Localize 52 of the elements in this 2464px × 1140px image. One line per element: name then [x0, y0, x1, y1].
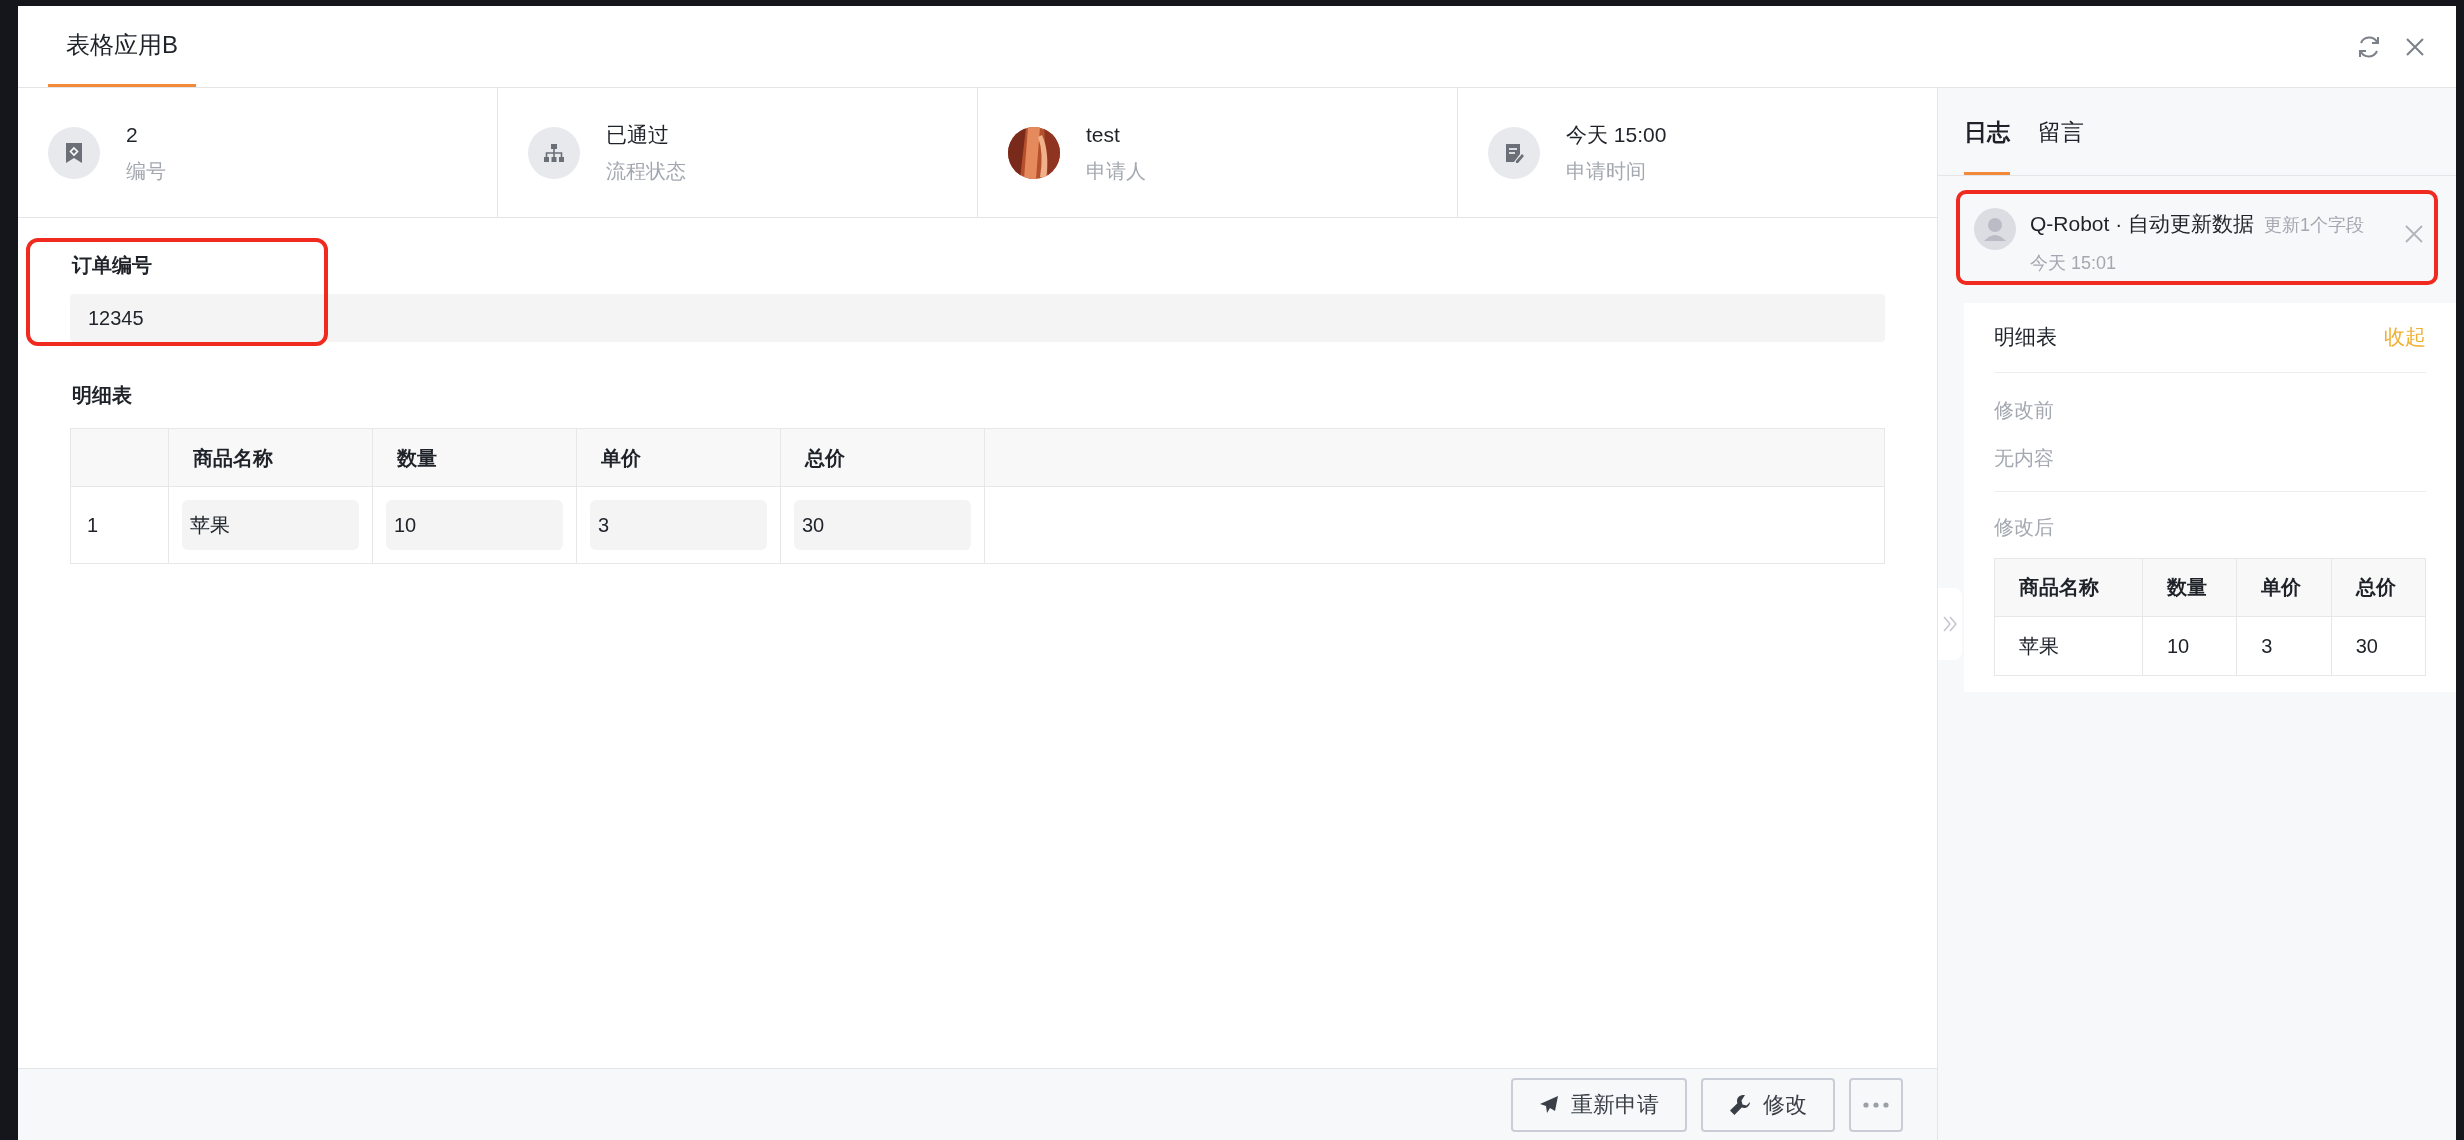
row-number: 1 — [87, 513, 99, 538]
column-header: 总价 — [2355, 575, 2396, 600]
card-title: 明细表 — [1994, 324, 2057, 351]
before-value: 无内容 — [1994, 442, 2426, 492]
close-icon[interactable] — [2404, 224, 2424, 244]
info-value: test — [1086, 121, 1121, 148]
column-header: 数量 — [2167, 575, 2207, 600]
more-icon — [1863, 1101, 1889, 1108]
hierarchy-icon — [528, 126, 580, 179]
expand-handle[interactable] — [1938, 588, 1962, 660]
column-header: 单价 — [2261, 575, 2302, 600]
info-label: 编号 — [126, 159, 166, 185]
cell-field[interactable]: 3 — [590, 500, 767, 550]
column-header: 商品名称 — [2019, 575, 2099, 600]
cell-field[interactable]: 10 — [386, 500, 563, 550]
info-label: 申请人 — [1086, 159, 1146, 185]
column-header: 单价 — [601, 445, 641, 471]
before-label: 修改前 — [1994, 397, 2055, 423]
order-field[interactable]: 12345 — [70, 294, 1885, 342]
section-title: 明细表 — [71, 383, 133, 408]
column-header: 总价 — [805, 445, 845, 471]
cell-field[interactable]: 苹果 — [182, 500, 359, 550]
avatar-icon — [1974, 208, 2016, 250]
more-button[interactable] — [1849, 1077, 1903, 1132]
wrench-icon — [1729, 1093, 1751, 1116]
info-value: 今天 15:00 — [1566, 121, 1667, 148]
panel-tab[interactable]: 留言 — [2038, 88, 2084, 175]
info-value: 2 — [126, 121, 139, 148]
log-summary: 更新1个字段 — [2264, 214, 2365, 237]
table-cell-text: 苹果 — [2019, 633, 2059, 659]
double-chevron-icon — [1943, 616, 1957, 632]
action-button[interactable]: 修改 — [1701, 1077, 1835, 1132]
window-title: 表格应用B — [48, 6, 196, 87]
table-cell-text: 30 — [2355, 633, 2378, 659]
table-cell-text: 3 — [2261, 633, 2273, 659]
bookmark-icon — [48, 126, 100, 179]
send-icon — [1539, 1094, 1559, 1115]
info-label: 申请时间 — [1566, 159, 1647, 185]
action-button[interactable]: 重新申请 — [1511, 1077, 1687, 1132]
panel-tab[interactable]: 日志 — [1964, 88, 2010, 175]
cell-field[interactable]: 30 — [794, 500, 971, 550]
after-label: 修改后 — [1994, 514, 2055, 540]
info-value: 已通过 — [606, 121, 670, 148]
log-time: 今天 15:01 — [2030, 251, 2118, 275]
column-header: 数量 — [397, 445, 437, 471]
table-cell-text: 10 — [2167, 633, 2190, 659]
info-label: 流程状态 — [606, 159, 686, 185]
column-header: 商品名称 — [193, 445, 273, 471]
note-icon — [1488, 126, 1540, 179]
field-label: 订单编号 — [70, 253, 153, 278]
log-title: Q-Robot · 自动更新数据 — [2030, 211, 2255, 237]
close-icon[interactable] — [2404, 35, 2426, 58]
